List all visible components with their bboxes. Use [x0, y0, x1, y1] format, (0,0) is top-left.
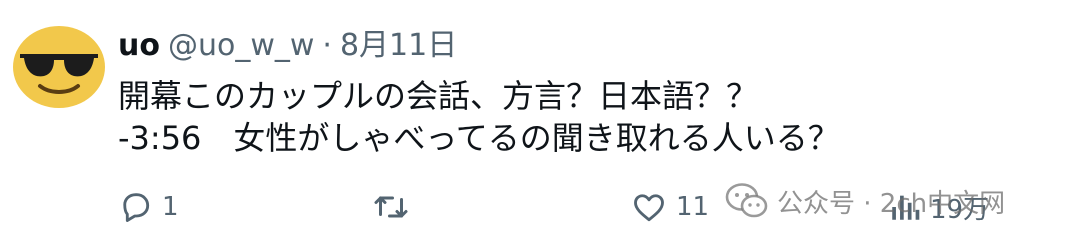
retweet-icon — [374, 196, 408, 218]
watermark-text: 公众号 · 2ch中文网 — [777, 188, 1006, 219]
reply-icon — [123, 193, 150, 222]
tweet: uo @uo_w_w · 8月11日 開幕このカップルの会話、方言？日本語？？ -3:… — [0, 0, 1080, 241]
reply-button[interactable]: 1 — [118, 182, 179, 232]
tweet-date[interactable]: 8月11日 — [340, 28, 457, 63]
tweet-text-line-2: -3:56 女性がしゃべってるの聞き取れる人いる？ — [118, 119, 840, 157]
avatar[interactable] — [10, 24, 108, 110]
sunglasses-emoji-icon — [13, 26, 105, 108]
like-count: 11 — [676, 192, 710, 222]
display-name[interactable]: uo — [118, 28, 160, 63]
wechat-icon — [725, 183, 768, 218]
heart-icon — [634, 194, 664, 222]
user-handle[interactable]: @uo_w_w — [168, 28, 314, 63]
watermark: 公众号 · 2ch中文网 — [725, 176, 1005, 226]
retweet-button[interactable] — [372, 182, 418, 232]
tweet-text-line-1: 開幕このカップルの会話、方言？日本語？？ — [118, 77, 759, 115]
reply-count: 1 — [162, 192, 179, 222]
separator-dot: · — [322, 28, 332, 63]
like-button[interactable]: 11 — [630, 182, 709, 232]
tweet-header: uo @uo_w_w · 8月11日 — [118, 26, 457, 66]
